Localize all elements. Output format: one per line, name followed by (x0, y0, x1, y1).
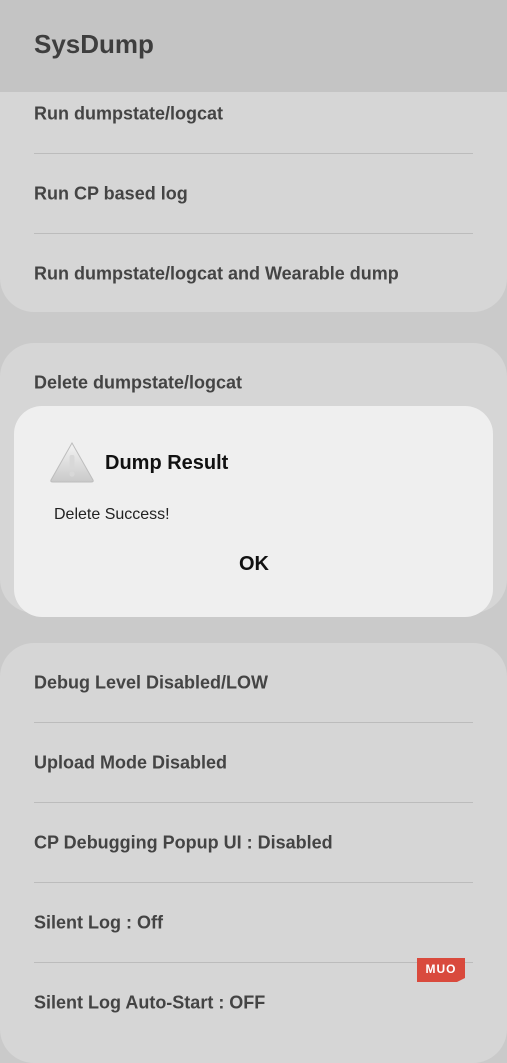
dump-result-dialog: Dump Result Delete Success! OK (14, 406, 493, 617)
menu-item-run-cp-log[interactable]: Run CP based log (34, 154, 473, 234)
menu-item-label: CP Debugging Popup UI : Disabled (34, 832, 333, 853)
menu-item-cp-debugging-popup[interactable]: CP Debugging Popup UI : Disabled (34, 803, 473, 883)
app-title: SysDump (34, 29, 154, 59)
menu-item-label: Run CP based log (34, 183, 188, 204)
menu-item-label: Run dumpstate/logcat and Wearable dump (34, 263, 399, 284)
menu-item-label: Run dumpstate/logcat (34, 103, 224, 124)
dialog-message: Delete Success! (54, 506, 170, 523)
muo-watermark-logo: MUO (417, 958, 465, 982)
menu-item-label: Debug Level Disabled/LOW (34, 672, 269, 693)
menu-item-label: Upload Mode Disabled (34, 752, 228, 773)
menu-item-run-wearable-dump[interactable]: Run dumpstate/logcat and Wearable dump (34, 234, 473, 314)
menu-item-debug-level[interactable]: Debug Level Disabled/LOW (34, 643, 473, 723)
menu-item-label: Delete dumpstate/logcat (34, 372, 243, 393)
menu-item-label: Silent Log Auto-Start : OFF (34, 992, 266, 1013)
app-bar: SysDump (0, 0, 507, 92)
menu-item-silent-log[interactable]: Silent Log : Off (34, 883, 473, 963)
dialog-title: Dump Result (105, 452, 229, 474)
menu-item-upload-mode[interactable]: Upload Mode Disabled (34, 723, 473, 803)
menu-item-label: Silent Log : Off (34, 912, 163, 933)
svg-text:MUO: MUO (426, 962, 457, 976)
menu-item-silent-log-auto-start[interactable]: Silent Log Auto-Start : OFF (34, 963, 473, 1043)
ok-button[interactable]: OK (204, 544, 304, 584)
warning-icon (48, 440, 96, 484)
